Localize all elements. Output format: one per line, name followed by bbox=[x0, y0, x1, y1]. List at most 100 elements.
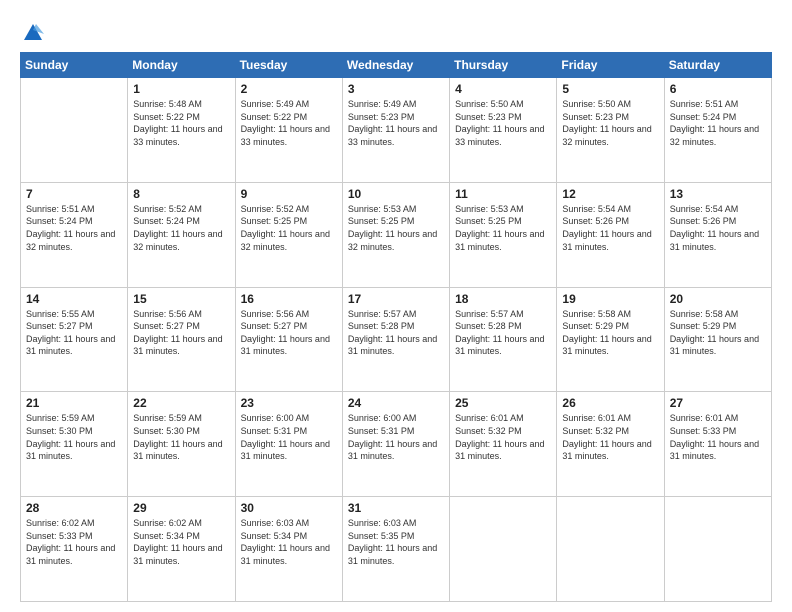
cell-info: Sunrise: 5:58 AM Sunset: 5:29 PM Dayligh… bbox=[670, 308, 766, 358]
sunset-text: Sunset: 5:24 PM bbox=[26, 216, 93, 226]
sunset-text: Sunset: 5:23 PM bbox=[562, 112, 629, 122]
daylight-text: Daylight: 11 hours and 31 minutes. bbox=[455, 229, 544, 252]
daylight-text: Daylight: 11 hours and 31 minutes. bbox=[562, 334, 651, 357]
sunset-text: Sunset: 5:29 PM bbox=[562, 321, 629, 331]
table-row: 22 Sunrise: 5:59 AM Sunset: 5:30 PM Dayl… bbox=[128, 392, 235, 497]
sunrise-text: Sunrise: 6:00 AM bbox=[348, 413, 417, 423]
cell-info: Sunrise: 5:54 AM Sunset: 5:26 PM Dayligh… bbox=[670, 203, 766, 253]
sunrise-text: Sunrise: 5:57 AM bbox=[455, 309, 524, 319]
sunset-text: Sunset: 5:26 PM bbox=[670, 216, 737, 226]
day-number: 22 bbox=[133, 396, 229, 410]
day-number: 11 bbox=[455, 187, 551, 201]
day-number: 24 bbox=[348, 396, 444, 410]
day-number: 13 bbox=[670, 187, 766, 201]
cell-info: Sunrise: 5:59 AM Sunset: 5:30 PM Dayligh… bbox=[26, 412, 122, 462]
col-monday: Monday bbox=[128, 53, 235, 78]
daylight-text: Daylight: 11 hours and 31 minutes. bbox=[348, 439, 437, 462]
daylight-text: Daylight: 11 hours and 31 minutes. bbox=[670, 229, 759, 252]
cell-info: Sunrise: 5:51 AM Sunset: 5:24 PM Dayligh… bbox=[670, 98, 766, 148]
sunset-text: Sunset: 5:32 PM bbox=[562, 426, 629, 436]
sunset-text: Sunset: 5:30 PM bbox=[26, 426, 93, 436]
day-number: 7 bbox=[26, 187, 122, 201]
sunset-text: Sunset: 5:31 PM bbox=[348, 426, 415, 436]
daylight-text: Daylight: 11 hours and 32 minutes. bbox=[241, 229, 330, 252]
day-number: 23 bbox=[241, 396, 337, 410]
cell-info: Sunrise: 5:53 AM Sunset: 5:25 PM Dayligh… bbox=[455, 203, 551, 253]
table-row: 16 Sunrise: 5:56 AM Sunset: 5:27 PM Dayl… bbox=[235, 287, 342, 392]
sunset-text: Sunset: 5:35 PM bbox=[348, 531, 415, 541]
cell-info: Sunrise: 5:51 AM Sunset: 5:24 PM Dayligh… bbox=[26, 203, 122, 253]
sunset-text: Sunset: 5:22 PM bbox=[133, 112, 200, 122]
sunrise-text: Sunrise: 5:56 AM bbox=[133, 309, 202, 319]
cell-info: Sunrise: 6:00 AM Sunset: 5:31 PM Dayligh… bbox=[348, 412, 444, 462]
calendar-week-row: 1 Sunrise: 5:48 AM Sunset: 5:22 PM Dayli… bbox=[21, 78, 772, 183]
table-row: 31 Sunrise: 6:03 AM Sunset: 5:35 PM Dayl… bbox=[342, 497, 449, 602]
cell-info: Sunrise: 5:57 AM Sunset: 5:28 PM Dayligh… bbox=[455, 308, 551, 358]
sunrise-text: Sunrise: 5:55 AM bbox=[26, 309, 95, 319]
cell-info: Sunrise: 6:01 AM Sunset: 5:33 PM Dayligh… bbox=[670, 412, 766, 462]
cell-info: Sunrise: 6:02 AM Sunset: 5:34 PM Dayligh… bbox=[133, 517, 229, 567]
table-row: 13 Sunrise: 5:54 AM Sunset: 5:26 PM Dayl… bbox=[664, 182, 771, 287]
day-number: 5 bbox=[562, 82, 658, 96]
sunset-text: Sunset: 5:26 PM bbox=[562, 216, 629, 226]
sunrise-text: Sunrise: 6:01 AM bbox=[455, 413, 524, 423]
day-number: 3 bbox=[348, 82, 444, 96]
calendar-week-row: 21 Sunrise: 5:59 AM Sunset: 5:30 PM Dayl… bbox=[21, 392, 772, 497]
day-number: 6 bbox=[670, 82, 766, 96]
day-number: 1 bbox=[133, 82, 229, 96]
table-row: 1 Sunrise: 5:48 AM Sunset: 5:22 PM Dayli… bbox=[128, 78, 235, 183]
cell-info: Sunrise: 5:56 AM Sunset: 5:27 PM Dayligh… bbox=[133, 308, 229, 358]
table-row: 7 Sunrise: 5:51 AM Sunset: 5:24 PM Dayli… bbox=[21, 182, 128, 287]
sunset-text: Sunset: 5:29 PM bbox=[670, 321, 737, 331]
sunrise-text: Sunrise: 5:52 AM bbox=[241, 204, 310, 214]
cell-info: Sunrise: 6:01 AM Sunset: 5:32 PM Dayligh… bbox=[455, 412, 551, 462]
day-number: 25 bbox=[455, 396, 551, 410]
cell-info: Sunrise: 5:56 AM Sunset: 5:27 PM Dayligh… bbox=[241, 308, 337, 358]
calendar-header-row: Sunday Monday Tuesday Wednesday Thursday… bbox=[21, 53, 772, 78]
table-row: 21 Sunrise: 5:59 AM Sunset: 5:30 PM Dayl… bbox=[21, 392, 128, 497]
cell-info: Sunrise: 5:58 AM Sunset: 5:29 PM Dayligh… bbox=[562, 308, 658, 358]
sunrise-text: Sunrise: 5:50 AM bbox=[455, 99, 524, 109]
sunset-text: Sunset: 5:31 PM bbox=[241, 426, 308, 436]
sunrise-text: Sunrise: 5:57 AM bbox=[348, 309, 417, 319]
page: Sunday Monday Tuesday Wednesday Thursday… bbox=[0, 0, 792, 612]
table-row: 10 Sunrise: 5:53 AM Sunset: 5:25 PM Dayl… bbox=[342, 182, 449, 287]
daylight-text: Daylight: 11 hours and 33 minutes. bbox=[348, 124, 437, 147]
sunset-text: Sunset: 5:32 PM bbox=[455, 426, 522, 436]
day-number: 16 bbox=[241, 292, 337, 306]
day-number: 15 bbox=[133, 292, 229, 306]
calendar-week-row: 28 Sunrise: 6:02 AM Sunset: 5:33 PM Dayl… bbox=[21, 497, 772, 602]
col-friday: Friday bbox=[557, 53, 664, 78]
table-row: 25 Sunrise: 6:01 AM Sunset: 5:32 PM Dayl… bbox=[450, 392, 557, 497]
col-saturday: Saturday bbox=[664, 53, 771, 78]
sunrise-text: Sunrise: 6:03 AM bbox=[348, 518, 417, 528]
cell-info: Sunrise: 5:48 AM Sunset: 5:22 PM Dayligh… bbox=[133, 98, 229, 148]
table-row bbox=[450, 497, 557, 602]
sunrise-text: Sunrise: 5:51 AM bbox=[26, 204, 95, 214]
cell-info: Sunrise: 6:03 AM Sunset: 5:35 PM Dayligh… bbox=[348, 517, 444, 567]
table-row bbox=[557, 497, 664, 602]
header bbox=[20, 18, 772, 44]
sunset-text: Sunset: 5:34 PM bbox=[133, 531, 200, 541]
day-number: 10 bbox=[348, 187, 444, 201]
daylight-text: Daylight: 11 hours and 31 minutes. bbox=[455, 334, 544, 357]
day-number: 12 bbox=[562, 187, 658, 201]
sunset-text: Sunset: 5:33 PM bbox=[670, 426, 737, 436]
daylight-text: Daylight: 11 hours and 33 minutes. bbox=[241, 124, 330, 147]
table-row: 30 Sunrise: 6:03 AM Sunset: 5:34 PM Dayl… bbox=[235, 497, 342, 602]
sunset-text: Sunset: 5:27 PM bbox=[241, 321, 308, 331]
daylight-text: Daylight: 11 hours and 33 minutes. bbox=[455, 124, 544, 147]
calendar-table: Sunday Monday Tuesday Wednesday Thursday… bbox=[20, 52, 772, 602]
table-row: 15 Sunrise: 5:56 AM Sunset: 5:27 PM Dayl… bbox=[128, 287, 235, 392]
cell-info: Sunrise: 5:52 AM Sunset: 5:25 PM Dayligh… bbox=[241, 203, 337, 253]
daylight-text: Daylight: 11 hours and 31 minutes. bbox=[26, 439, 115, 462]
sunset-text: Sunset: 5:25 PM bbox=[455, 216, 522, 226]
sunrise-text: Sunrise: 6:01 AM bbox=[670, 413, 739, 423]
cell-info: Sunrise: 5:49 AM Sunset: 5:23 PM Dayligh… bbox=[348, 98, 444, 148]
day-number: 31 bbox=[348, 501, 444, 515]
sunset-text: Sunset: 5:28 PM bbox=[348, 321, 415, 331]
daylight-text: Daylight: 11 hours and 31 minutes. bbox=[133, 543, 222, 566]
table-row: 27 Sunrise: 6:01 AM Sunset: 5:33 PM Dayl… bbox=[664, 392, 771, 497]
sunset-text: Sunset: 5:27 PM bbox=[26, 321, 93, 331]
daylight-text: Daylight: 11 hours and 31 minutes. bbox=[670, 334, 759, 357]
